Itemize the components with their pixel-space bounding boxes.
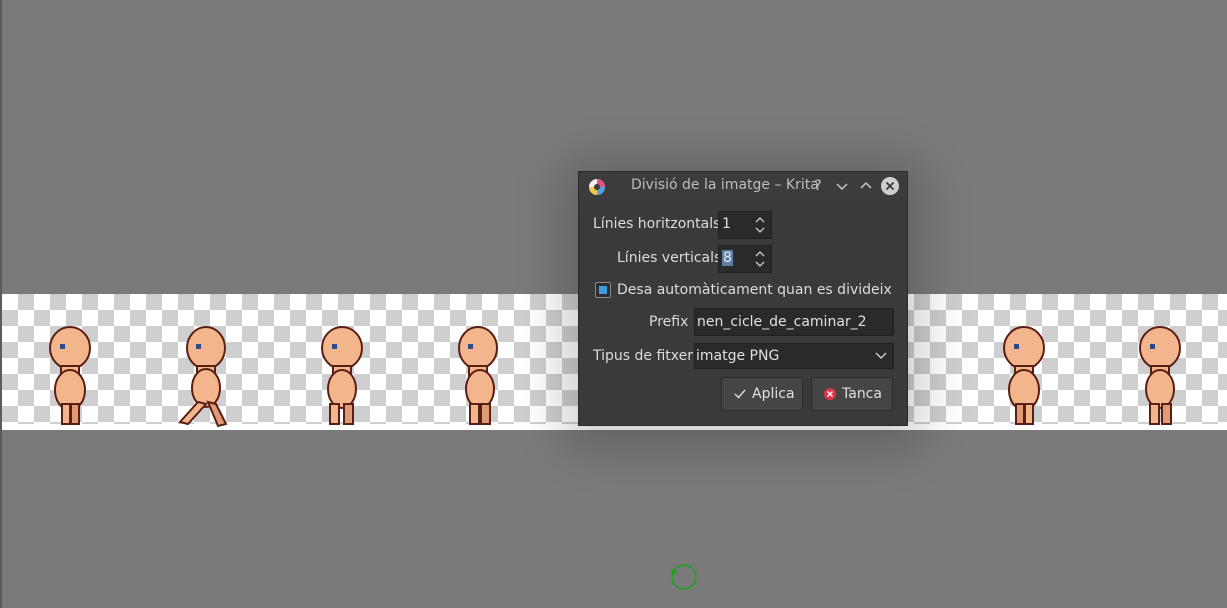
chevron-down-icon [875,352,887,359]
spin-arrows-icon[interactable] [754,249,766,269]
horizontal-lines-value: 1 [722,216,731,232]
vertical-lines-spinbox[interactable]: 8 [718,245,772,273]
file-type-select[interactable]: imatge PNG [694,343,894,369]
help-icon[interactable]: ? [809,177,827,195]
walk-sprite-frame [1003,326,1045,425]
apply-button[interactable]: Aplica [721,377,803,411]
horizontal-lines-spinbox[interactable]: 1 [718,211,772,239]
walk-sprite-frame [458,326,498,425]
split-image-dialog: Divisió de la imatge – Krita ? Línies ho… [578,171,908,426]
prefix-input[interactable] [695,309,893,335]
apply-label: Aplica [752,386,795,402]
file-type-value: imatge PNG [696,348,780,364]
close-label: Tanca [842,386,882,402]
walk-sprite-frame [49,326,91,425]
autosave-label[interactable]: Desa automàticament quan es divideix [617,282,892,298]
checkbox-checked-indicator [599,286,607,294]
cancel-icon [824,388,836,400]
checkmark-icon [734,389,746,399]
chevron-up-icon[interactable] [857,177,875,195]
chevron-down-icon[interactable] [833,177,851,195]
vertical-lines-label: Línies verticals [617,250,722,266]
vertical-lines-value: 8 [722,250,733,266]
prefix-label: Prefix [649,314,689,330]
dialog-title: Divisió de la imatge – Krita [631,177,819,193]
file-type-label: Tipus de fitxer [593,348,693,364]
sprite-figure [49,326,91,425]
close-button[interactable] [881,177,899,195]
close-icon [885,181,895,191]
spin-arrows-icon[interactable] [754,215,766,235]
walk-sprite-frame [178,326,228,428]
walk-sprite-frame [1139,326,1181,425]
krita-app-icon [589,179,605,195]
cancel-button[interactable]: Tanca [811,377,893,411]
prefix-field[interactable] [694,308,894,336]
dialog-titlebar[interactable]: Divisió de la imatge – Krita ? [579,172,907,200]
autosave-checkbox[interactable] [595,282,611,298]
walk-sprite-frame [321,326,363,425]
horizontal-lines-label: Línies horitzontals [593,216,721,232]
busy-cursor-icon [671,564,697,590]
